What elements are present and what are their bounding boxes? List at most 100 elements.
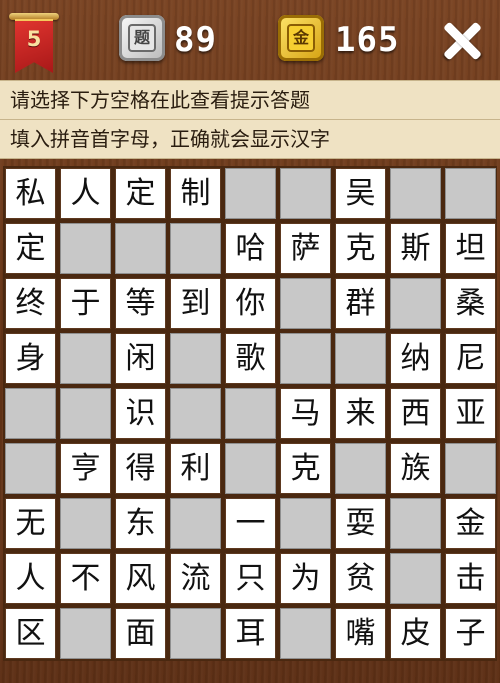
grid-cell-empty[interactable] — [60, 333, 111, 384]
grid-cell-filled[interactable]: 亨 — [60, 443, 111, 494]
grid-cell-filled[interactable]: 克 — [280, 443, 331, 494]
grid-cell-empty[interactable] — [170, 223, 221, 274]
grid-cell-char — [281, 169, 330, 218]
hint-bar-1: 请选择下方空格在此查看提示答题 — [0, 80, 500, 120]
grid-cell-empty[interactable] — [390, 498, 441, 549]
grid-cell-empty[interactable] — [115, 223, 166, 274]
grid-cell-filled[interactable]: 闲 — [115, 333, 166, 384]
grid-cell-empty[interactable] — [280, 608, 331, 659]
grid-cell-filled[interactable]: 哈 — [225, 223, 276, 274]
grid-cell-filled[interactable]: 到 — [170, 278, 221, 329]
question-count: 89 — [174, 20, 217, 60]
grid-cell-filled[interactable]: 击 — [445, 553, 496, 604]
grid-cell-filled[interactable]: 桑 — [445, 278, 496, 329]
grid-cell-empty[interactable] — [170, 333, 221, 384]
grid-cell-char: 来 — [345, 396, 376, 431]
level-banner[interactable]: 5 — [9, 11, 59, 74]
grid-cell-char — [281, 279, 330, 328]
hint-text-1: 请选择下方空格在此查看提示答题 — [10, 88, 310, 112]
grid-cell-filled[interactable]: 流 — [170, 553, 221, 604]
grid-cell-empty[interactable] — [390, 553, 441, 604]
grid-cell-filled[interactable]: 马 — [280, 388, 331, 439]
grid-cell-empty[interactable] — [225, 168, 276, 219]
grid-cell-filled[interactable]: 只 — [225, 553, 276, 604]
grid-cell-empty[interactable] — [390, 278, 441, 329]
grid-cell-filled[interactable]: 得 — [115, 443, 166, 494]
grid-cell-char — [116, 224, 165, 273]
grid-cell-filled[interactable]: 坦 — [445, 223, 496, 274]
grid-cell-filled[interactable]: 人 — [60, 168, 111, 219]
grid-cell-filled[interactable]: 区 — [5, 608, 56, 659]
grid-cell-empty[interactable] — [5, 388, 56, 439]
level-number: 5 — [26, 27, 42, 51]
grid-cell-filled[interactable]: 定 — [115, 168, 166, 219]
grid-cell-empty[interactable] — [225, 388, 276, 439]
grid-cell-filled[interactable]: 制 — [170, 168, 221, 219]
grid-cell-filled[interactable]: 身 — [5, 333, 56, 384]
grid-cell-filled[interactable]: 面 — [115, 608, 166, 659]
grid-cell-filled[interactable]: 耍 — [335, 498, 386, 549]
grid-cell-char: 贫 — [345, 561, 376, 596]
grid-cell-filled[interactable]: 萨 — [280, 223, 331, 274]
grid-cell-filled[interactable]: 歌 — [225, 333, 276, 384]
grid-cell-filled[interactable]: 金 — [445, 498, 496, 549]
grid-cell-empty[interactable] — [170, 498, 221, 549]
grid-cell-filled[interactable]: 斯 — [390, 223, 441, 274]
grid-cell-char — [6, 444, 55, 493]
grid-cell-empty[interactable] — [280, 333, 331, 384]
grid-cell-filled[interactable]: 贫 — [335, 553, 386, 604]
grid-cell-empty[interactable] — [280, 168, 331, 219]
grid-cell-filled[interactable]: 嘴 — [335, 608, 386, 659]
grid-cell-empty[interactable] — [170, 388, 221, 439]
grid-cell-filled[interactable]: 来 — [335, 388, 386, 439]
grid-cell-filled[interactable]: 利 — [170, 443, 221, 494]
grid-cell-filled[interactable]: 吴 — [335, 168, 386, 219]
grid-cell-empty[interactable] — [60, 498, 111, 549]
grid-cell-filled[interactable]: 西 — [390, 388, 441, 439]
grid-cell-empty[interactable] — [60, 223, 111, 274]
grid-cell-empty[interactable] — [225, 443, 276, 494]
grid-cell-filled[interactable]: 耳 — [225, 608, 276, 659]
grid-cell-empty[interactable] — [280, 278, 331, 329]
grid-cell-filled[interactable]: 为 — [280, 553, 331, 604]
grid-cell-filled[interactable]: 不 — [60, 553, 111, 604]
grid-cell-char: 坦 — [455, 231, 486, 266]
grid-cell-char: 利 — [180, 451, 211, 486]
grid-cell-filled[interactable]: 皮 — [390, 608, 441, 659]
grid-cell-filled[interactable]: 你 — [225, 278, 276, 329]
grid-cell-filled[interactable]: 子 — [445, 608, 496, 659]
grid-cell-filled[interactable]: 尼 — [445, 333, 496, 384]
grid-cell-empty[interactable] — [445, 443, 496, 494]
grid-cell-filled[interactable]: 定 — [5, 223, 56, 274]
grid-cell-filled[interactable]: 识 — [115, 388, 166, 439]
grid-cell-filled[interactable]: 克 — [335, 223, 386, 274]
grid-cell-filled[interactable]: 等 — [115, 278, 166, 329]
grid-cell-char: 为 — [290, 561, 321, 596]
grid-cell-filled[interactable]: 亚 — [445, 388, 496, 439]
close-icon[interactable] — [437, 16, 487, 66]
grid-cell-filled[interactable]: 无 — [5, 498, 56, 549]
grid-cell-empty[interactable] — [60, 388, 111, 439]
grid-cell-filled[interactable]: 纳 — [390, 333, 441, 384]
grid-cell-filled[interactable]: 群 — [335, 278, 386, 329]
grid-cell-filled[interactable]: 人 — [5, 553, 56, 604]
grid-cell-char: 风 — [125, 561, 156, 596]
grid-cell-filled[interactable]: 东 — [115, 498, 166, 549]
grid-cell-filled[interactable]: 终 — [5, 278, 56, 329]
grid-cell-empty[interactable] — [335, 443, 386, 494]
grid-cell-empty[interactable] — [445, 168, 496, 219]
grid-cell-char — [226, 169, 275, 218]
grid-cell-empty[interactable] — [335, 333, 386, 384]
grid-cell-char: 马 — [290, 396, 321, 431]
grid-cell-filled[interactable]: 于 — [60, 278, 111, 329]
grid-cell-empty[interactable] — [280, 498, 331, 549]
hint-text-2: 填入拼音首字母，正确就会显示汉字 — [10, 127, 330, 151]
grid-cell-filled[interactable]: 风 — [115, 553, 166, 604]
grid-cell-filled[interactable]: 私 — [5, 168, 56, 219]
grid-cell-filled[interactable]: 一 — [225, 498, 276, 549]
grid-cell-filled[interactable]: 族 — [390, 443, 441, 494]
grid-cell-empty[interactable] — [170, 608, 221, 659]
grid-cell-empty[interactable] — [5, 443, 56, 494]
grid-cell-empty[interactable] — [390, 168, 441, 219]
grid-cell-empty[interactable] — [60, 608, 111, 659]
